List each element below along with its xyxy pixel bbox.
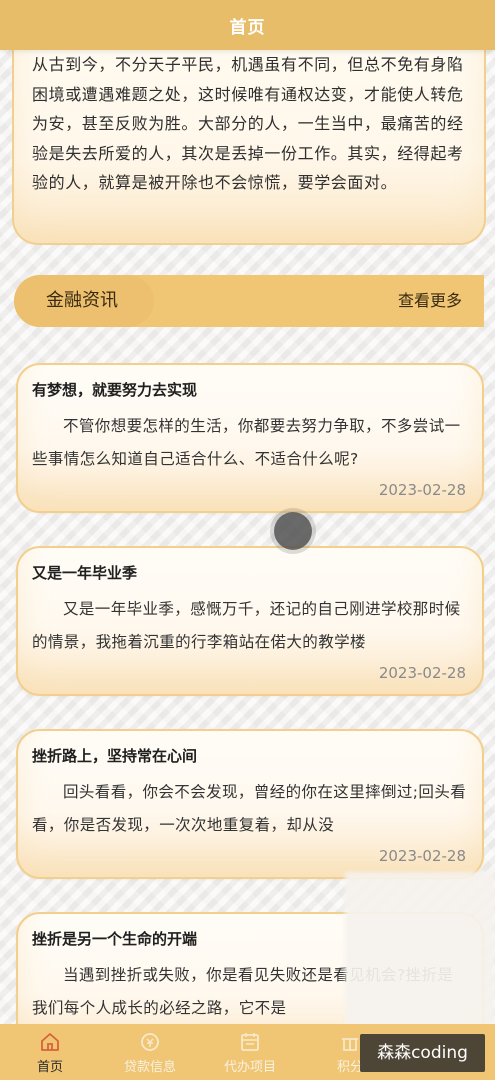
blurred-overlay	[345, 872, 495, 1032]
tab-agency-projects[interactable]: 代办项目	[200, 1024, 300, 1080]
calendar-icon	[238, 1030, 262, 1054]
top-header: 首页	[0, 0, 495, 50]
news-date: 2023-02-28	[378, 664, 466, 682]
section-title: 金融资讯	[46, 290, 118, 311]
news-body: 不管你想要怎样的生活，你都要去努力争取，不多尝试一些事情怎么知道自己适合什么、不…	[32, 417, 461, 468]
news-date: 2023-02-28	[378, 481, 466, 499]
tab-label: 贷款信息	[123, 1059, 176, 1075]
news-card[interactable]: 又是一年毕业季 又是一年毕业季，感慨万千，还记的自己刚进学校那时候的情景，我拖着…	[16, 546, 484, 696]
tab-label: 代办项目	[223, 1059, 276, 1075]
news-title: 又是一年毕业季	[32, 564, 138, 582]
news-title: 有梦想，就要努力去实现	[32, 381, 198, 399]
news-date: 2023-02-28	[378, 847, 466, 865]
news-body: 回头看看，你会不会发现，曾经的你在这里摔倒过;回头看看，你是否发现，一次次地重复…	[32, 783, 467, 834]
points-icon	[338, 1030, 362, 1054]
news-card[interactable]: 有梦想，就要努力去实现 不管你想要怎样的生活，你都要去努力争取，不多尝试一些事情…	[16, 363, 484, 513]
section-header: 金融资讯 查看更多	[14, 275, 484, 327]
news-title: 挫折路上，坚持常在心间	[32, 747, 198, 765]
view-more-link[interactable]: 查看更多	[398, 275, 462, 327]
watermark: 森森coding	[360, 1034, 485, 1072]
news-card[interactable]: 挫折路上，坚持常在心间 回头看看，你会不会发现，曾经的你在这里摔倒过;回头看看，…	[16, 729, 484, 879]
intro-card: 从古到今，不分天子平民，机遇虽有不同，但总不免有身陷困境或遭遇难题之处，这时候唯…	[12, 50, 486, 245]
home-icon	[38, 1030, 62, 1054]
news-body: 又是一年毕业季，感慨万千，还记的自己刚进学校那时候的情景，我拖着沉重的行李箱站在…	[32, 600, 461, 651]
page-title: 首页	[229, 17, 266, 38]
tab-label: 首页	[36, 1059, 63, 1075]
floating-touch-button[interactable]	[274, 512, 312, 550]
tab-loan-info[interactable]: 贷款信息	[100, 1024, 200, 1080]
tab-home[interactable]: 首页	[0, 1024, 100, 1080]
intro-text: 从古到今，不分天子平民，机遇虽有不同，但总不免有身陷困境或遭遇难题之处，这时候唯…	[32, 55, 464, 192]
loan-icon	[138, 1030, 162, 1054]
